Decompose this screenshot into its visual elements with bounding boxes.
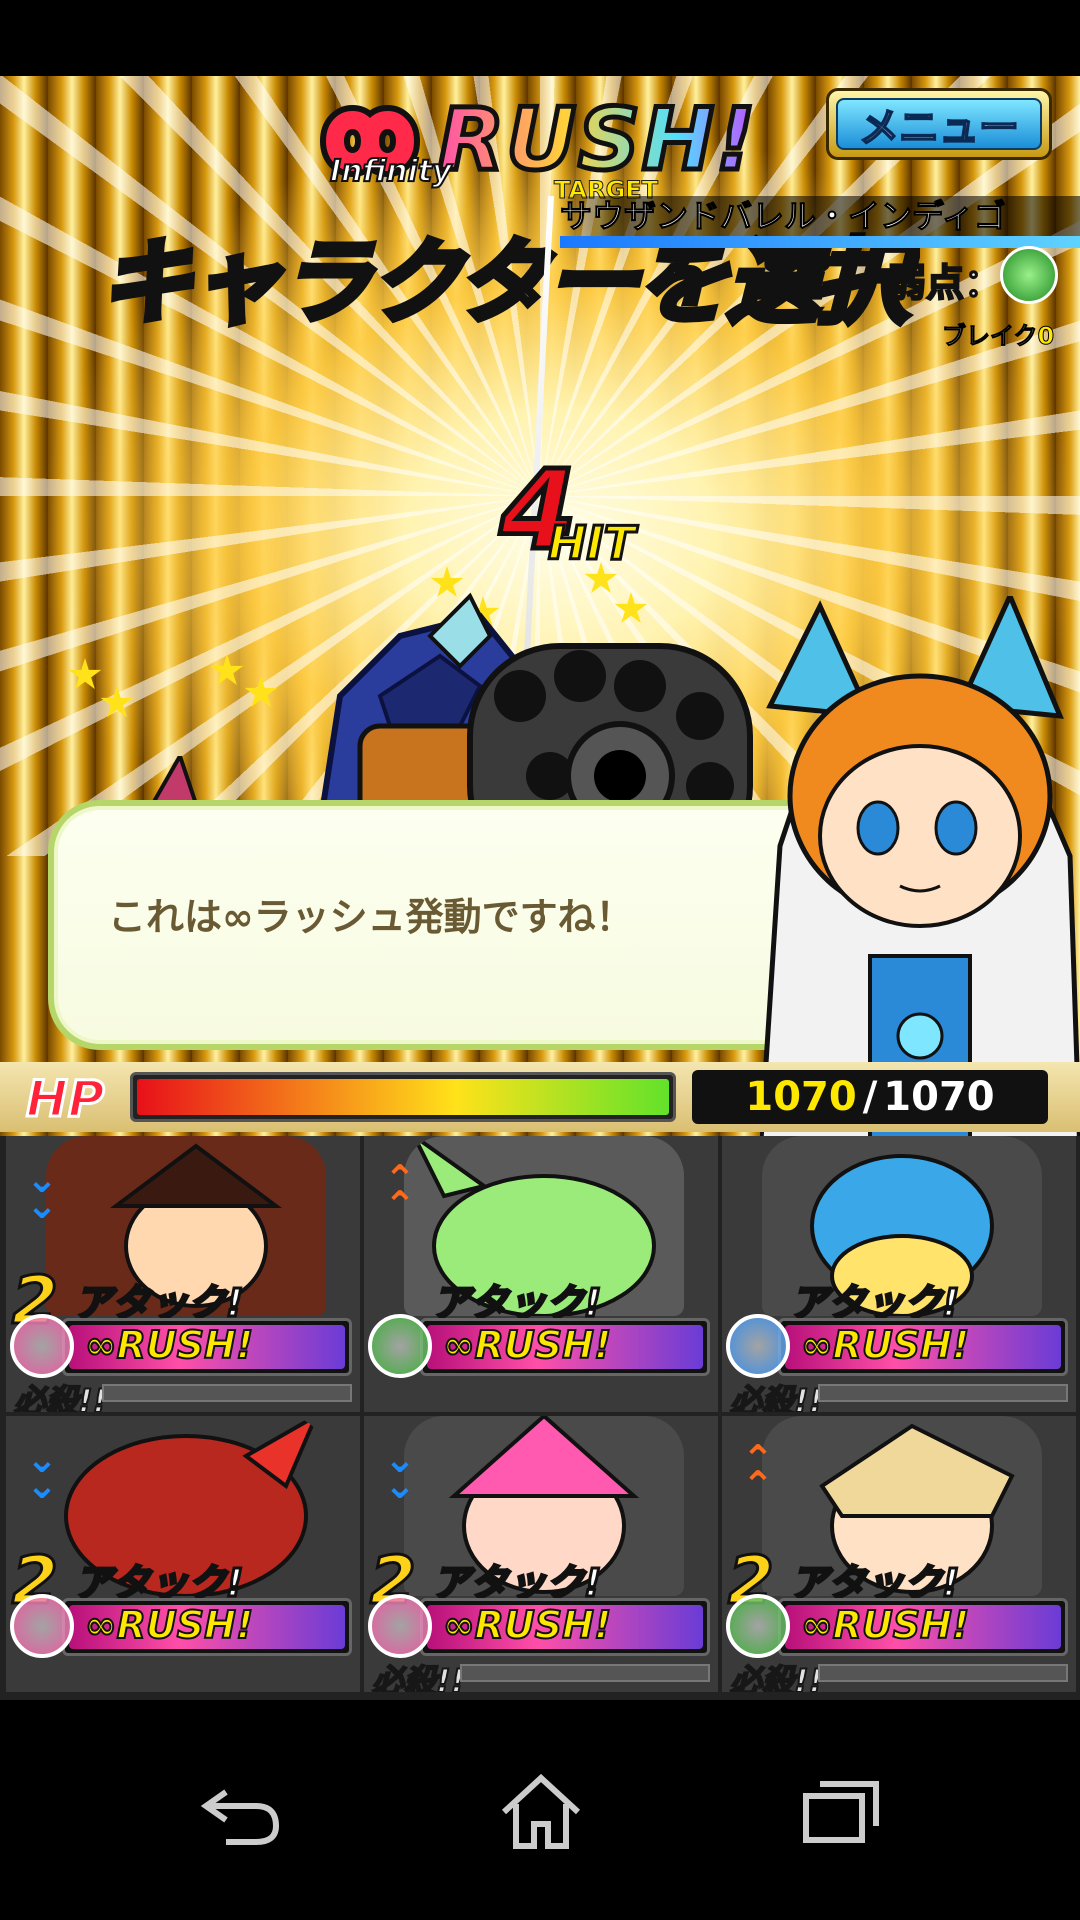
home-icon[interactable] (496, 1772, 586, 1852)
special-gauge (818, 1664, 1068, 1682)
party-card-5[interactable]: ⌄ ⌄ 2 アタック! ∞RUSH! 必殺!! (364, 1416, 718, 1692)
wind-element-icon (726, 1594, 790, 1658)
battle-screen: RUSH! Infinity メニュー キャラクターを選択して！ TARGET … (0, 76, 1080, 1700)
weakness-label: 弱点： (887, 260, 1003, 306)
status-bar (0, 0, 1080, 76)
break-count: 0 (1037, 322, 1055, 351)
rush-title: RUSH! (435, 88, 758, 193)
dialog-text: これは∞ラッシュ発動ですね！ (108, 895, 634, 939)
wind-element-icon (1000, 246, 1058, 304)
special-label: 必殺!! (729, 1661, 824, 1692)
break-label: ブレイク (942, 322, 1039, 351)
arrow-up-icon: ⌃ ⌃ (384, 1157, 416, 1227)
rush-button[interactable]: ∞RUSH! (778, 1318, 1068, 1376)
menu-button-label: メニュー (836, 98, 1042, 152)
fire-element-icon (10, 1314, 74, 1378)
wind-element-icon (368, 1314, 432, 1378)
party-card-2[interactable]: ⌃ ⌃ アタック! ∞RUSH! (364, 1136, 718, 1412)
rush-label: ∞RUSH! (442, 1322, 612, 1368)
special-label: 必殺!! (13, 1381, 108, 1412)
recents-icon[interactable] (796, 1772, 886, 1852)
infinity-subtitle: Infinity (329, 153, 453, 190)
rush-button[interactable]: ∞RUSH! (62, 1318, 352, 1376)
back-icon[interactable] (196, 1772, 286, 1852)
infinity-rush-logo: RUSH! Infinity (300, 88, 790, 200)
arrow-down-icon: ⌄ ⌄ (384, 1437, 416, 1507)
special-gauge (460, 1664, 710, 1682)
special-gauge (818, 1384, 1068, 1402)
hp-label: HP (25, 1069, 106, 1130)
party-grid: ⌄ ⌄ 2 アタック! ∞RUSH! 必殺!! ⌃ ⌃ アタック! ∞RUSH! ア… (0, 1136, 1080, 1700)
rush-button[interactable]: ∞RUSH! (420, 1318, 710, 1376)
party-card-6[interactable]: ⌃ ⌃ 2 アタック! ∞RUSH! 必殺!! (722, 1416, 1076, 1692)
rush-button[interactable]: ∞RUSH! (778, 1598, 1068, 1656)
rush-label: ∞RUSH! (442, 1602, 612, 1648)
rush-button[interactable]: ∞RUSH! (420, 1598, 710, 1656)
arrow-up-icon: ⌃ ⌃ (742, 1437, 774, 1507)
special-label: 必殺!! (371, 1661, 466, 1692)
hp-readout: 1070 / 1070 (692, 1070, 1048, 1124)
system-navigation-bar (0, 1700, 1080, 1920)
rush-label: ∞RUSH! (800, 1322, 970, 1368)
arrow-down-icon: ⌄ ⌄ (26, 1437, 58, 1507)
fire-element-icon (10, 1594, 74, 1658)
hp-current: 1070 (745, 1074, 857, 1120)
hp-gauge-fill (137, 1079, 669, 1115)
party-card-4[interactable]: ⌄ ⌄ 2 アタック! ∞RUSH! (6, 1416, 360, 1692)
hp-max: 1070 (883, 1074, 995, 1120)
special-gauge (102, 1384, 352, 1402)
party-hp-row: HP 1070 / 1070 (0, 1062, 1080, 1132)
rush-label: ∞RUSH! (84, 1322, 254, 1368)
party-card-1[interactable]: ⌄ ⌄ 2 アタック! ∞RUSH! 必殺!! (6, 1136, 360, 1412)
rush-label: ∞RUSH! (800, 1602, 970, 1648)
break-counter: ブレイク0 (942, 316, 1055, 351)
menu-button[interactable]: メニュー (826, 88, 1052, 160)
fire-element-icon (368, 1594, 432, 1658)
enemy-name: サウザンドバレル・インディゴ (560, 196, 1080, 236)
rush-button[interactable]: ∞RUSH! (62, 1598, 352, 1656)
hp-gauge (130, 1072, 676, 1122)
hit-label: HIT (547, 515, 637, 572)
hp-separator: / (862, 1074, 878, 1120)
rush-label: ∞RUSH! (84, 1602, 254, 1648)
arrow-down-icon: ⌄ ⌄ (26, 1157, 58, 1227)
enemy-hp-bar (560, 236, 1080, 248)
party-card-3[interactable]: アタック! ∞RUSH! 必殺!! (722, 1136, 1076, 1412)
special-label: 必殺!! (729, 1381, 824, 1412)
water-element-icon (726, 1314, 790, 1378)
